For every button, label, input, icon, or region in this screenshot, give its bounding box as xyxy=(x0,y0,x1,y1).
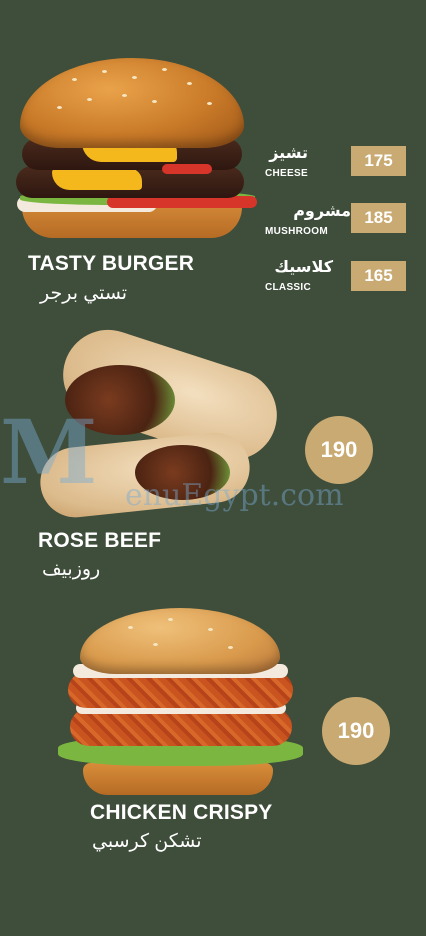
price-badge-circle: 190 xyxy=(305,416,373,484)
price-badge-circle: 190 xyxy=(322,697,390,765)
option-name-ar: كلاسيك xyxy=(274,259,333,276)
option-name-en: MUSHROOM xyxy=(265,226,328,237)
price-badge: 175 xyxy=(351,146,406,176)
price-badge: 165 xyxy=(351,261,406,291)
option-name-en: CHEESE xyxy=(265,168,308,179)
chicken-crispy-title-ar: تشكن كرسبي xyxy=(92,831,202,852)
option-name-en: CLASSIC xyxy=(265,282,311,293)
price-badge: 185 xyxy=(351,203,406,233)
tasty-burger-image xyxy=(12,58,262,243)
tasty-burger-title: TASTY BURGER xyxy=(28,252,195,275)
rose-beef-title-ar: روزبيف xyxy=(42,559,101,580)
chicken-crispy-title: CHICKEN CRISPY xyxy=(90,801,273,824)
rose-beef-title: ROSE BEEF xyxy=(38,529,162,552)
option-name-ar: تشيز xyxy=(269,145,308,162)
watermark-text: enuEgypt.com xyxy=(125,478,344,513)
watermark-logo: M xyxy=(0,400,98,504)
tasty-burger-title-ar: تستي برجر xyxy=(40,283,128,304)
option-name-ar: مشروم xyxy=(293,203,351,220)
chicken-crispy-image xyxy=(58,608,303,798)
